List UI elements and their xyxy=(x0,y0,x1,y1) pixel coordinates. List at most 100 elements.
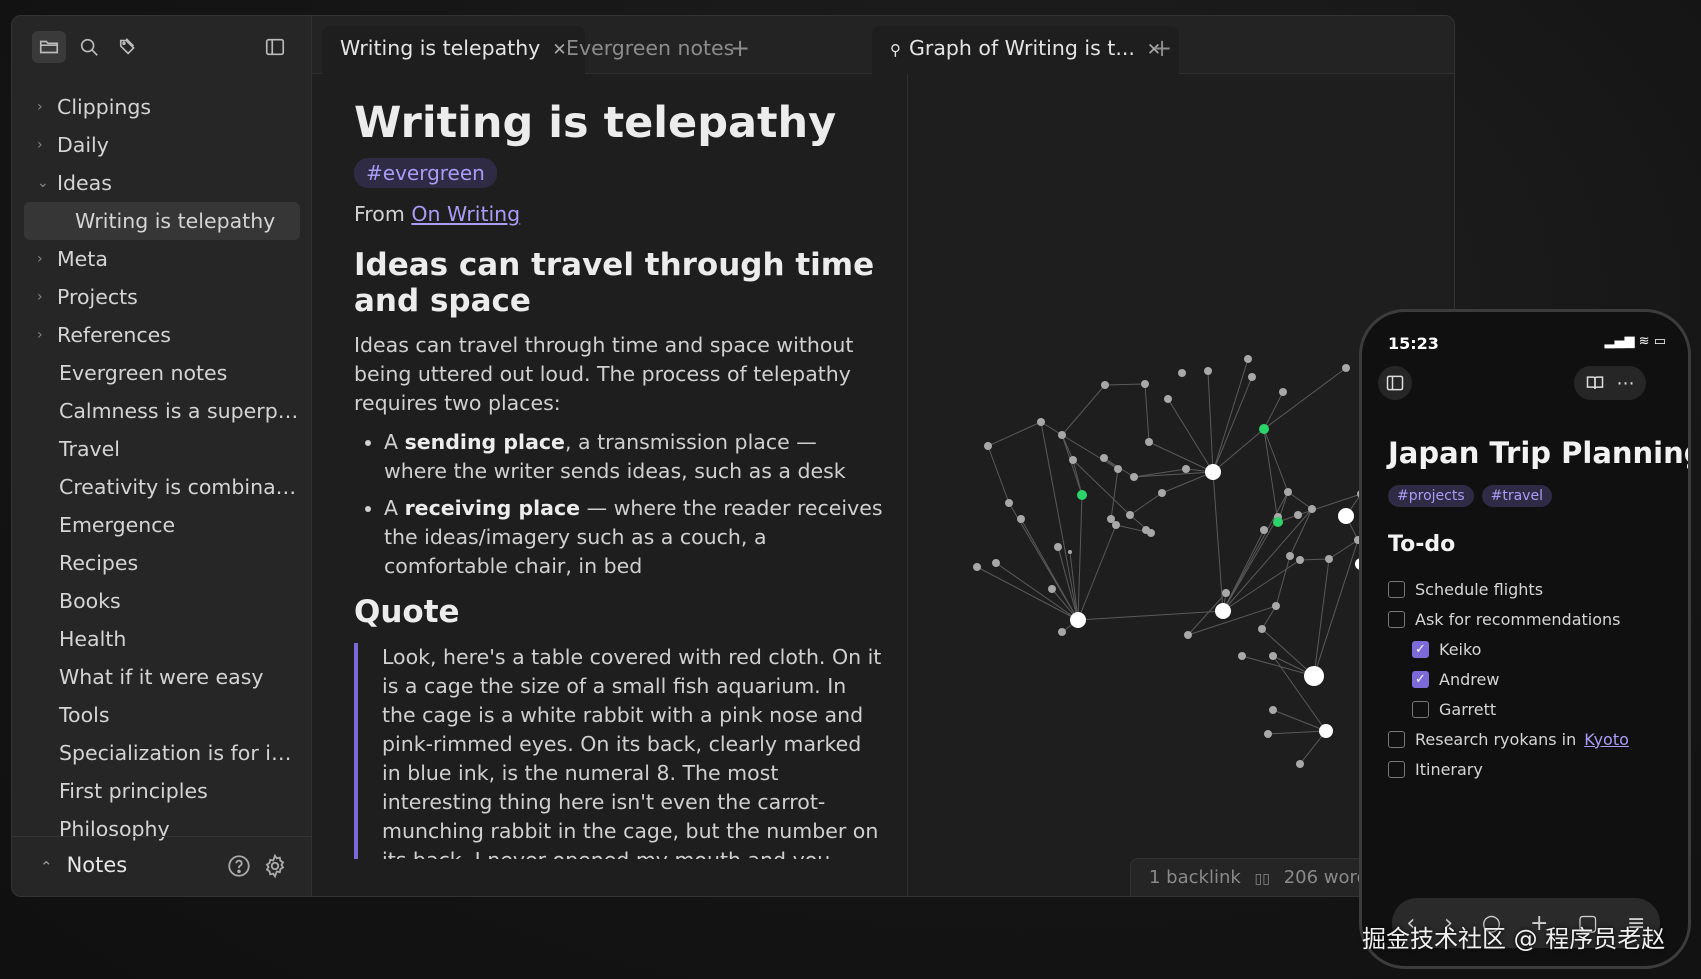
graph-node[interactable] xyxy=(1222,589,1230,597)
graph-node[interactable] xyxy=(1178,369,1186,377)
checkbox-checked[interactable]: ✓ xyxy=(1412,640,1429,658)
search-icon[interactable] xyxy=(72,31,106,63)
tag-evergreen[interactable]: #evergreen xyxy=(354,157,497,188)
sidebar-toggle-icon[interactable] xyxy=(258,31,292,63)
tree-folder-projects[interactable]: › Projects xyxy=(12,278,302,316)
graph-node[interactable] xyxy=(1145,438,1153,446)
tree-folder-references[interactable]: › References xyxy=(12,316,302,354)
graph-node[interactable] xyxy=(1107,515,1115,523)
graph-node[interactable] xyxy=(1142,526,1150,534)
tree-file-recipes[interactable]: Recipes xyxy=(12,544,302,582)
graph-node[interactable] xyxy=(1342,364,1350,372)
graph-node[interactable] xyxy=(1325,555,1333,563)
graph-node[interactable] xyxy=(1238,652,1246,660)
more-options-icon[interactable]: ⋯ xyxy=(1617,373,1636,394)
tree-file-calmness[interactable]: Calmness is a superpo... xyxy=(12,392,302,430)
graph-node[interactable] xyxy=(1338,508,1354,524)
graph-node[interactable] xyxy=(1182,465,1190,473)
note-title[interactable]: Writing is telepathy xyxy=(354,96,884,152)
graph-node[interactable] xyxy=(1296,760,1304,768)
help-icon[interactable] xyxy=(226,853,252,879)
tree-file-writing-is-telepathy[interactable]: Writing is telepathy xyxy=(24,202,300,240)
graph-node[interactable] xyxy=(1308,505,1316,513)
graph-node[interactable] xyxy=(1284,488,1292,496)
phone-note-title[interactable]: Japan Trip Planning xyxy=(1388,436,1688,470)
checkbox[interactable] xyxy=(1412,700,1429,718)
graph-node[interactable] xyxy=(1304,666,1324,686)
checkbox-checked[interactable]: ✓ xyxy=(1412,670,1429,688)
tree-file-creativity[interactable]: Creativity is combinat... xyxy=(12,468,302,506)
tag-travel[interactable]: #travel xyxy=(1481,485,1552,507)
graph-node[interactable] xyxy=(1279,388,1287,396)
tree-file-books[interactable]: Books xyxy=(12,582,302,620)
tree-file-specialization[interactable]: Specialization is for ins... xyxy=(12,734,302,772)
graph-node[interactable] xyxy=(1260,526,1268,534)
graph-node[interactable] xyxy=(1204,367,1212,375)
graph-node[interactable] xyxy=(1294,511,1302,519)
graph-node[interactable] xyxy=(1272,602,1280,610)
graph-node[interactable] xyxy=(1158,489,1166,497)
new-tab-plus-icon[interactable]: + xyxy=(1152,34,1172,62)
graph-node[interactable] xyxy=(1054,543,1062,551)
graph-node[interactable] xyxy=(1259,424,1269,434)
graph-node[interactable] xyxy=(1126,511,1134,519)
backlink-count[interactable]: 1 backlink xyxy=(1149,867,1241,888)
tree-file-what-if-easy[interactable]: What if it were easy xyxy=(12,658,302,696)
graph-node[interactable] xyxy=(1244,355,1252,363)
folder-icon[interactable] xyxy=(32,31,66,63)
tags-icon[interactable] xyxy=(112,31,146,63)
graph-node[interactable] xyxy=(973,563,981,571)
graph-node[interactable] xyxy=(1130,473,1138,481)
reading-mode-book-icon[interactable] xyxy=(1585,373,1605,393)
tree-folder-clippings[interactable]: › Clippings xyxy=(12,88,302,126)
tree-file-tools[interactable]: Tools xyxy=(12,696,302,734)
graph-node[interactable] xyxy=(1184,631,1192,639)
new-tab-plus-icon[interactable]: + xyxy=(730,34,750,62)
graph-node[interactable] xyxy=(1101,381,1109,389)
checkbox[interactable] xyxy=(1388,760,1405,778)
tree-folder-meta[interactable]: › Meta xyxy=(12,240,302,278)
graph-node[interactable] xyxy=(1077,490,1087,500)
graph-node[interactable] xyxy=(1258,625,1266,633)
graph-node[interactable] xyxy=(992,559,1000,567)
graph-node[interactable] xyxy=(1248,373,1256,381)
vault-switcher[interactable]: ⌃ Notes xyxy=(40,853,127,877)
tree-file-travel[interactable]: Travel xyxy=(12,430,302,468)
graph-node[interactable] xyxy=(1058,431,1066,439)
tree-file-evergreen-notes[interactable]: Evergreen notes xyxy=(12,354,302,392)
graph-node[interactable] xyxy=(1273,517,1283,527)
graph-node[interactable] xyxy=(1205,464,1221,480)
graph-node[interactable] xyxy=(1114,465,1122,473)
graph-node[interactable] xyxy=(1141,380,1149,388)
graph-node[interactable] xyxy=(1319,724,1333,738)
tree-file-first-principles[interactable]: First principles xyxy=(12,772,302,810)
graph-node[interactable] xyxy=(1100,454,1108,462)
checkbox[interactable] xyxy=(1388,610,1405,628)
internal-link-on-writing[interactable]: On Writing xyxy=(411,202,520,226)
settings-gear-icon[interactable] xyxy=(262,853,288,879)
checkbox[interactable] xyxy=(1388,730,1405,748)
tree-file-health[interactable]: Health xyxy=(12,620,302,658)
graph-node[interactable] xyxy=(1296,556,1304,564)
graph-node[interactable] xyxy=(1005,499,1013,507)
graph-node[interactable] xyxy=(1048,585,1056,593)
graph-node[interactable] xyxy=(1068,550,1072,554)
tab-evergreen-notes[interactable]: Evergreen notes xyxy=(548,26,752,74)
graph-node[interactable] xyxy=(1269,652,1277,660)
graph-node[interactable] xyxy=(1215,603,1231,619)
graph-node[interactable] xyxy=(1269,706,1277,714)
checkbox[interactable] xyxy=(1388,580,1405,598)
tab-graph-view[interactable]: ⚲ Graph of Writing is t... ✕ xyxy=(872,26,1180,74)
graph-node[interactable] xyxy=(1017,515,1025,523)
graph-node[interactable] xyxy=(1069,456,1077,464)
internal-link-kyoto[interactable]: Kyoto xyxy=(1584,730,1629,749)
graph-node[interactable] xyxy=(1037,418,1045,426)
tree-folder-daily[interactable]: › Daily xyxy=(12,126,302,164)
note-editor[interactable]: Writing is telepathy #evergreen From On … xyxy=(354,96,884,859)
graph-node[interactable] xyxy=(1264,730,1272,738)
tag-projects[interactable]: #projects xyxy=(1388,485,1474,507)
tree-file-emergence[interactable]: Emergence xyxy=(12,506,302,544)
sidebar-toggle-icon[interactable] xyxy=(1378,366,1412,400)
tree-folder-ideas[interactable]: ⌄ Ideas xyxy=(12,164,302,202)
tab-writing-is-telepathy[interactable]: Writing is telepathy ✕ xyxy=(322,26,585,74)
